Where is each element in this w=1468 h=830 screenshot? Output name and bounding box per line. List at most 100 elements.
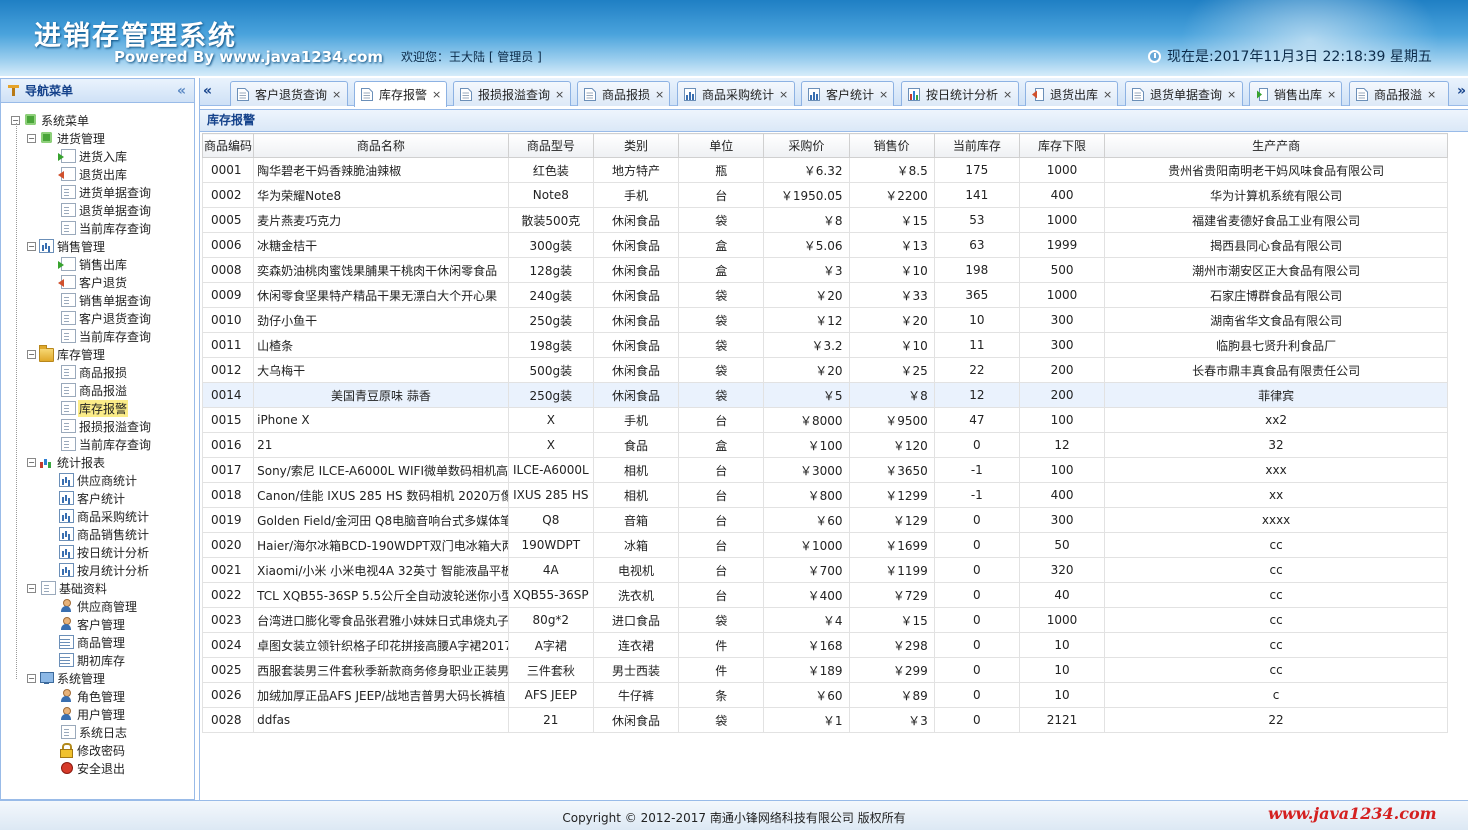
table-row[interactable]: 0006 冰糖金桔干 300g装 休闲食品盒 ￥5.06 ￥13 63 1999 揭西县同心食品… (201, 232, 1448, 258)
table-row[interactable]: 0023 台湾进口膨化零食品张君雅小妹妹日式串烧丸子 80g*2 进口食品袋 ￥4 ￥15… (201, 607, 1448, 633)
column-header[interactable]: 商品型号 (507, 133, 594, 158)
tree-item-3-1[interactable]: 客户统计 (1, 489, 194, 507)
tree-item-5-1[interactable]: 用户管理 (1, 705, 194, 723)
tree-item-4-3[interactable]: 期初库存 (1, 651, 194, 669)
tree-group-5[interactable]: − 系统管理 (1, 669, 194, 687)
tab-close-icon[interactable]: × (555, 88, 564, 101)
tree-item-0-0[interactable]: 进货入库 (1, 147, 194, 165)
table-row[interactable]: 0011 山楂条 198g装 休闲食品袋 ￥3.2 ￥10 11 300 临朐县七贤升利食品厂 (201, 332, 1448, 358)
collapse-toggle-icon[interactable]: − (27, 349, 36, 359)
tab-scroll-left-button[interactable]: « (203, 83, 212, 99)
table-row[interactable]: 0009 休闲零食坚果特产精品干果无漂白大个开心果 240g装 休闲食品袋 ￥20 ￥33… (201, 282, 1448, 308)
tree-item-2-0[interactable]: 商品报损 (1, 363, 194, 381)
tab-4[interactable]: 商品采购统计 × (677, 81, 795, 106)
tab-7[interactable]: 退货出库 × (1025, 81, 1118, 106)
tab-close-icon[interactable]: × (1427, 88, 1436, 101)
tab-10[interactable]: 商品报溢 × (1349, 81, 1449, 106)
tree-item-3-5[interactable]: 按月统计分析 (1, 561, 194, 579)
tab-close-icon[interactable]: × (332, 88, 341, 101)
collapse-toggle-icon[interactable]: − (27, 673, 36, 683)
table-row[interactable]: 0016 21 X 食品盒 ￥100 ￥120 0 12 32 (201, 432, 1448, 458)
tree-item-1-4[interactable]: 当前库存查询 (1, 327, 194, 345)
tab-close-icon[interactable]: × (1227, 88, 1236, 101)
tab-close-icon[interactable]: × (879, 88, 888, 101)
tree-item-3-4[interactable]: 按日统计分析 (1, 543, 194, 561)
table-row[interactable]: 0026 加绒加厚正品AFS JEEP/战地吉普男大码长裤植 AFS JEEP 牛仔裤… (201, 682, 1448, 708)
tree-group-3[interactable]: − 统计报表 (1, 453, 194, 471)
table-row[interactable]: 0015 iPhone X X 手机台 ￥8000 ￥9500 47 100 xx2 (201, 407, 1448, 433)
table-row[interactable]: 0024 卓图女装立领针织格子印花拼接高腰A字裙2017 A字裙 连衣裙件 ￥168 ￥2… (201, 632, 1448, 658)
table-row[interactable]: 0002 华为荣耀Note8 Note8 手机台 ￥1950.05 ￥2200 141 400… (201, 182, 1448, 208)
column-header[interactable]: 商品名称 (253, 133, 509, 158)
column-header[interactable]: 单位 (678, 133, 765, 158)
tree-item-0-1[interactable]: 退货出库 (1, 165, 194, 183)
tree-item-2-2[interactable]: 库存报警 (1, 399, 194, 417)
tree-root[interactable]: − 系统菜单 (1, 111, 194, 129)
collapse-toggle-icon[interactable]: − (27, 241, 36, 251)
tree-item-1-2[interactable]: 销售单据查询 (1, 291, 194, 309)
tree-item-1-1[interactable]: 客户退货 (1, 273, 194, 291)
collapse-toggle-icon[interactable]: − (27, 583, 36, 593)
table-row[interactable]: 0020 Haier/海尔冰箱BCD-190WDPT双门电冰箱大两 190WDPT 冰… (201, 532, 1448, 558)
table-row[interactable]: 0022 TCL XQB55-36SP 5.5公斤全自动波轮迷你小型 XQB55-3… (201, 582, 1448, 608)
tab-6[interactable]: 按日统计分析 × (901, 81, 1019, 106)
tree-item-4-2[interactable]: 商品管理 (1, 633, 194, 651)
tree-item-5-3[interactable]: 修改密码 (1, 741, 194, 759)
tab-2[interactable]: 报损报溢查询 × (453, 81, 571, 106)
tree-item-5-2[interactable]: 系统日志 (1, 723, 194, 741)
table-row[interactable]: 0010 劲仔小鱼干 250g装 休闲食品袋 ￥12 ￥20 10 300 湖南省华文食品有限公… (201, 307, 1448, 333)
tree-group-2[interactable]: − 库存管理 (1, 345, 194, 363)
column-header[interactable]: 采购价 (763, 133, 850, 158)
table-row[interactable]: 0008 奕森奶油桃肉蜜饯果脯果干桃肉干休闲零食品 128g装 休闲食品盒 ￥3 ￥10 1… (201, 257, 1448, 283)
tab-9[interactable]: 销售出库 × (1249, 81, 1342, 106)
tree-item-0-4[interactable]: 当前库存查询 (1, 219, 194, 237)
tab-close-icon[interactable]: × (432, 88, 441, 101)
tree-item-2-1[interactable]: 商品报溢 (1, 381, 194, 399)
table-row[interactable]: 0028 ddfas 21 休闲食品袋 ￥1 ￥3 0 2121 22 (201, 707, 1448, 733)
tab-close-icon[interactable]: × (1327, 88, 1336, 101)
tab-scroll-right-button[interactable]: » (1457, 83, 1466, 99)
tab-3[interactable]: 商品报损 × (577, 81, 670, 106)
tab-8[interactable]: 退货单据查询 × (1125, 81, 1243, 106)
column-header[interactable]: 销售价 (848, 133, 935, 158)
table-row[interactable]: 0014 美国青豆原味 蒜香 250g装 休闲食品袋 ￥5 ￥8 12 200 菲律宾 (201, 382, 1448, 408)
tree-item-3-3[interactable]: 商品销售统计 (1, 525, 194, 543)
tree-item-2-4[interactable]: 当前库存查询 (1, 435, 194, 453)
tab-0[interactable]: 客户退货查询 × (230, 81, 348, 106)
tree-item-0-3[interactable]: 退货单据查询 (1, 201, 194, 219)
table-row[interactable]: 0017 Sony/索尼 ILCE-A6000L WIFI微单数码相机高清 ILCE… (201, 457, 1448, 483)
tree-item-1-0[interactable]: 销售出库 (1, 255, 194, 273)
tree-item-3-2[interactable]: 商品采购统计 (1, 507, 194, 525)
tab-close-icon[interactable]: × (1103, 88, 1112, 101)
tab-close-icon[interactable]: × (655, 88, 664, 101)
column-header[interactable]: 商品编码 (201, 133, 255, 158)
tab-5[interactable]: 客户统计 × (801, 81, 894, 106)
column-header[interactable]: 生产产商 (1104, 133, 1448, 158)
table-row[interactable]: 0021 Xiaomi/小米 小米电视4A 32英寸 智能液晶平板 4A 电视机台 ￥7… (201, 557, 1448, 583)
tree-item-3-0[interactable]: 供应商统计 (1, 471, 194, 489)
tab-close-icon[interactable]: × (1003, 88, 1012, 101)
collapse-toggle-icon[interactable]: − (27, 133, 36, 143)
tree-item-4-0[interactable]: 供应商管理 (1, 597, 194, 615)
collapse-toggle-icon[interactable]: − (27, 457, 36, 467)
column-header[interactable]: 当前库存 (933, 133, 1020, 158)
table-row[interactable]: 0018 Canon/佳能 IXUS 285 HS 数码相机 2020万像素 IXU… (201, 482, 1448, 508)
table-row[interactable]: 0025 西服套装男三件套秋季新款商务修身职业正装男 三件套秋 男士西装件 ￥189 ￥2… (201, 657, 1448, 683)
tab-1[interactable]: 库存报警 × (354, 81, 447, 107)
table-row[interactable]: 0012 大乌梅干 500g装 休闲食品袋 ￥20 ￥25 22 200 长春市鼎丰真食品有限责… (201, 357, 1448, 383)
tree-group-4[interactable]: − 基础资料 (1, 579, 194, 597)
tree-group-0[interactable]: − 进货管理 (1, 129, 194, 147)
table-row[interactable]: 0005 麦片燕麦巧克力 散装500克 休闲食品袋 ￥8 ￥15 53 1000 福建省麦德好食… (201, 207, 1448, 233)
tree-item-4-1[interactable]: 客户管理 (1, 615, 194, 633)
table-row[interactable]: 0019 Golden Field/金河田 Q8电脑音响台式多媒体笔 Q8 音箱台 ￥6… (201, 507, 1448, 533)
tree-item-5-4[interactable]: 安全退出 (1, 759, 194, 777)
tab-close-icon[interactable]: × (779, 88, 788, 101)
tree-item-5-0[interactable]: 角色管理 (1, 687, 194, 705)
tree-item-2-3[interactable]: 报损报溢查询 (1, 417, 194, 435)
column-header[interactable]: 类别 (592, 133, 680, 158)
sidebar-collapse-button[interactable]: « (177, 83, 186, 99)
tree-item-0-2[interactable]: 进货单据查询 (1, 183, 194, 201)
tree-item-1-3[interactable]: 客户退货查询 (1, 309, 194, 327)
column-header[interactable]: 库存下限 (1018, 133, 1106, 158)
tree-group-1[interactable]: − 销售管理 (1, 237, 194, 255)
